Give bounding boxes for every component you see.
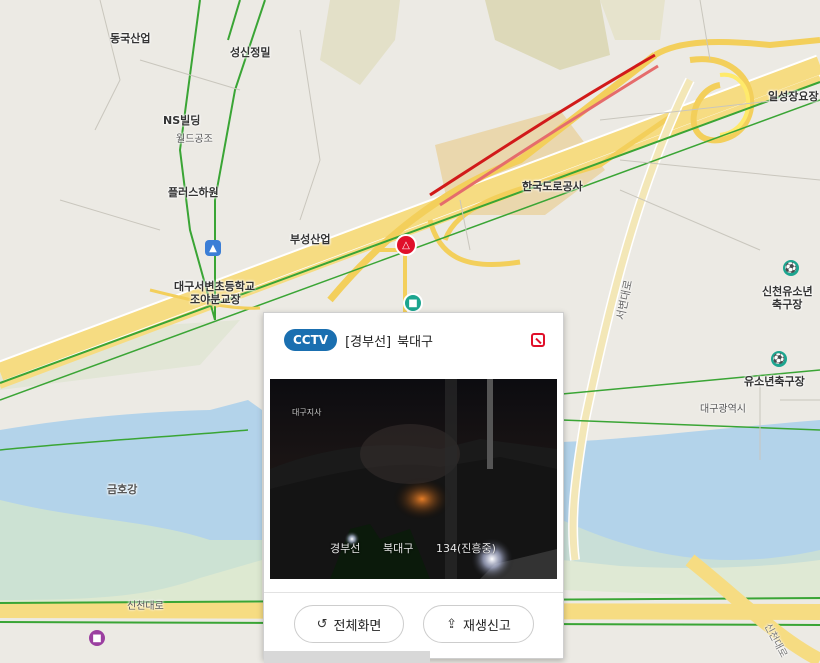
map-label-sincheon-daero: 신천대로: [127, 601, 164, 612]
popup-header: CCTV [경부선] 북대구: [264, 313, 563, 367]
repeat-icon: ↺: [316, 616, 328, 632]
video-overlay-region: 북대구: [383, 542, 414, 555]
map-label-donggueup[interactable]: 동국산업: [110, 30, 150, 46]
popup-title: [경부선] 북대구: [345, 331, 433, 350]
map-label-ilsong[interactable]: 일성장요장: [768, 88, 819, 104]
video-overlay-location: 대구지사: [292, 408, 322, 417]
map-label-world-gongsa[interactable]: 월드공조: [176, 130, 213, 145]
map-label-daegu-city[interactable]: 대구광역시: [700, 400, 746, 415]
close-icon[interactable]: [531, 333, 545, 347]
school-icon[interactable]: ▲: [205, 240, 221, 256]
cctv-popup: CCTV [경부선] 북대구 대구지사 경부선 북대구 134(진흥중) ↺ 전…: [263, 312, 564, 659]
football-icon[interactable]: ⚽: [771, 351, 787, 367]
popup-footer: ↺ 전체화면 ⇪ 재생신고: [264, 592, 563, 659]
cctv-badge: CCTV: [284, 329, 338, 351]
video-overlay-km: 134(진흥중): [436, 542, 496, 555]
football-icon[interactable]: ⚽: [783, 260, 799, 276]
map-label-football-ground[interactable]: 축구장: [772, 296, 802, 312]
cctv-video[interactable]: 대구지사 경부선 북대구 134(진흥중): [270, 379, 557, 579]
fullscreen-label: 전체화면: [333, 618, 382, 634]
map-label-ns-building[interactable]: NS빌딩: [163, 112, 200, 128]
map-label-yuso-football[interactable]: 유소년축구장: [744, 373, 805, 389]
map-label-garage[interactable]: 조야분교장: [190, 291, 241, 307]
bus-icon[interactable]: ■: [89, 630, 105, 646]
map-label-busseong[interactable]: 부성산업: [290, 231, 330, 247]
map-label-korea-expressway[interactable]: 한국도로공사: [522, 178, 583, 194]
map-label-plus-hwan[interactable]: 플러스하원: [168, 184, 219, 200]
map-label-seongsin[interactable]: 성신정밀: [230, 44, 270, 60]
video-overlay-road: 경부선: [330, 542, 361, 555]
popup-region: 북대구: [397, 334, 434, 350]
map-label-geumho-river[interactable]: 금호강: [107, 481, 137, 497]
fullscreen-button[interactable]: ↺ 전체화면: [294, 605, 404, 643]
popup-route: [경부선]: [345, 334, 392, 350]
warning-icon[interactable]: △: [395, 234, 417, 256]
report-button[interactable]: ⇪ 재생신고: [423, 605, 534, 643]
cctv-icon[interactable]: ■: [403, 293, 423, 313]
report-label: 재생신고: [463, 618, 511, 634]
upload-icon: ⇪: [446, 616, 458, 632]
bottom-bar: [264, 651, 430, 663]
